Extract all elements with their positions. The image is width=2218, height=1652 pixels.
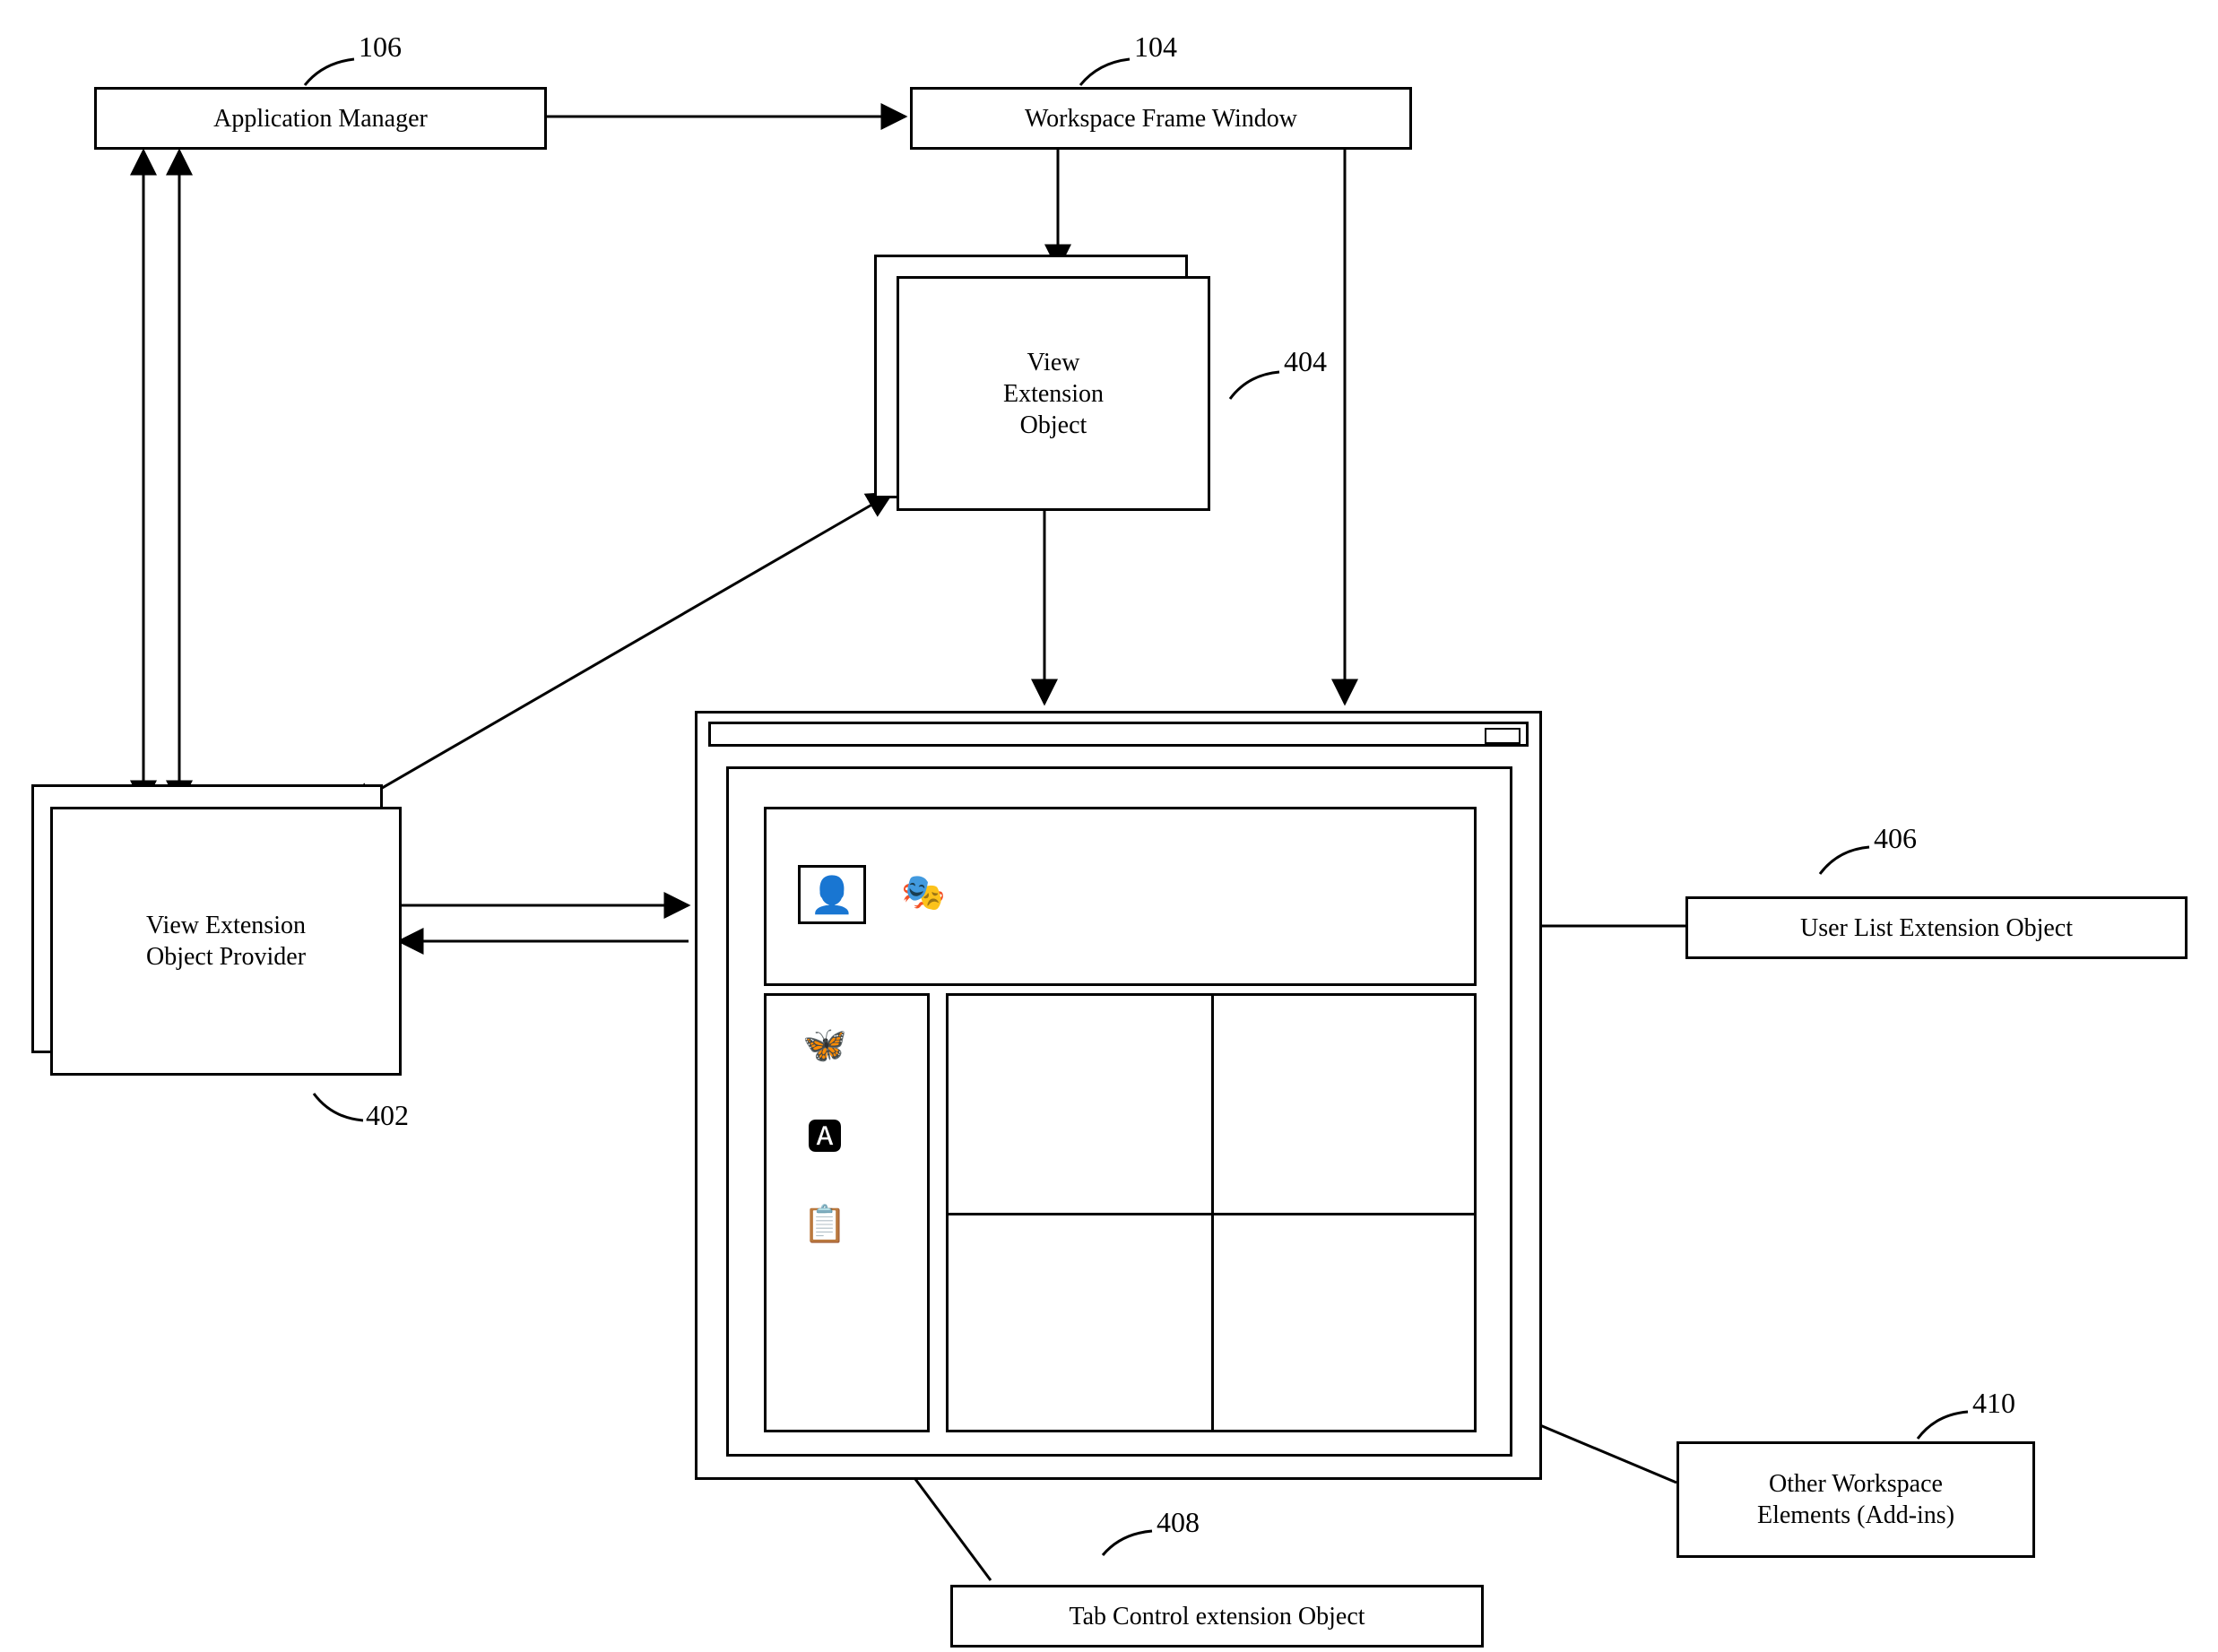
tab-icon: 📋	[793, 1197, 856, 1250]
node-label: Other Workspace Elements (Add-ins)	[1757, 1468, 1954, 1531]
node-user-list-ext: User List Extension Object	[1685, 896, 2188, 959]
ref-410: 410	[1972, 1387, 2015, 1420]
user-avatar-icon: 🎭	[892, 865, 955, 919]
ref-402: 402	[366, 1099, 409, 1132]
tab-icon: 🦋	[793, 1017, 856, 1071]
workspace-grid	[946, 993, 1477, 1432]
workspace-titlebar	[708, 722, 1529, 747]
user-avatar-icon: 👤	[798, 865, 866, 924]
node-workspace-frame: Workspace Frame Window	[910, 87, 1412, 150]
ref-404: 404	[1284, 345, 1327, 378]
node-label: User List Extension Object	[1800, 912, 2073, 944]
node-label: View Extension Object Provider	[146, 910, 306, 973]
tab-icon: 🅰	[793, 1107, 856, 1161]
node-other-elems: Other Workspace Elements (Add-ins)	[1676, 1441, 2035, 1558]
user-list	[764, 807, 1477, 986]
node-label: View Extension Object	[1003, 347, 1104, 441]
node-application-manager: Application Manager	[94, 87, 547, 150]
ref-106: 106	[359, 30, 402, 64]
node-view-ext-provider: View Extension Object Provider	[50, 807, 402, 1076]
ref-406: 406	[1874, 822, 1917, 855]
ref-408: 408	[1157, 1506, 1200, 1539]
ref-104: 104	[1134, 30, 1177, 64]
node-label: Workspace Frame Window	[1025, 103, 1297, 134]
diagram-canvas: Application Manager 106 Workspace Frame …	[0, 0, 2218, 1652]
node-label: Tab Control extension Object	[1069, 1601, 1365, 1632]
node-tab-ctrl-ext: Tab Control extension Object	[950, 1585, 1484, 1648]
node-view-ext-obj: View Extension Object	[897, 276, 1210, 511]
node-label: Application Manager	[213, 103, 428, 134]
